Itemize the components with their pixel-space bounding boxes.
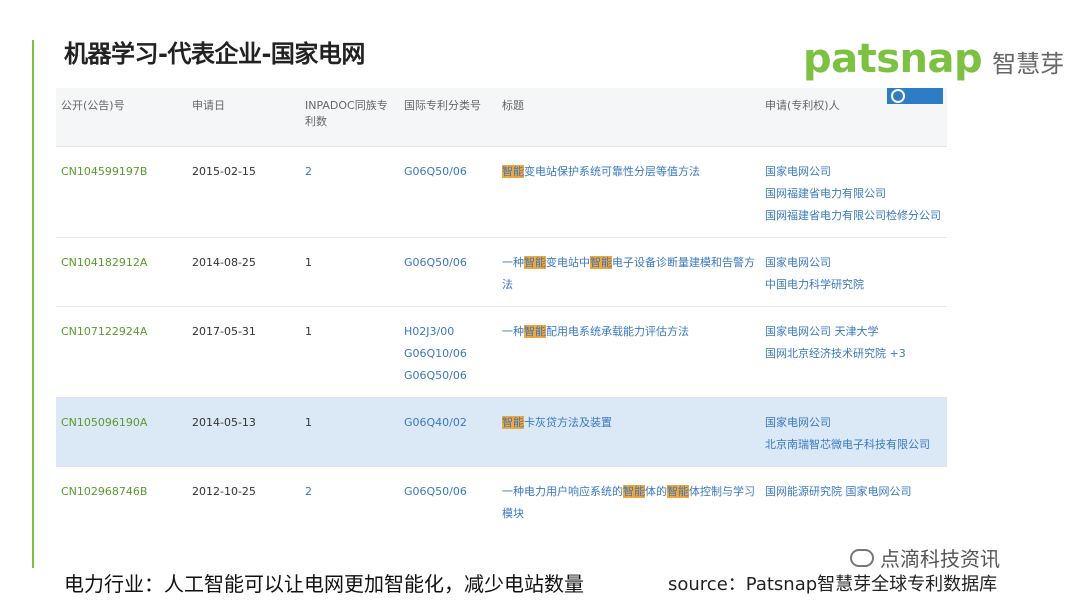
applicant-link[interactable]: 国家电网公司 xyxy=(765,412,942,434)
header-applicant[interactable]: 申请(专利权)人 xyxy=(760,88,947,147)
ipc-code-link[interactable]: G06Q50/06 xyxy=(404,365,492,387)
applicant-link[interactable]: 国网北京经济技术研究院 +3 xyxy=(765,343,942,365)
family-count: 1 xyxy=(300,397,399,467)
applicants: 国家电网公司 中国电力科学研究院 xyxy=(760,237,947,307)
title-text: 卡灰贷方法及装置 xyxy=(524,416,612,429)
applicant-link[interactable]: 国家电网公司 天津大学 xyxy=(765,321,942,343)
title-keyword-highlight: 智能 xyxy=(623,485,645,498)
ipc-codes: H02J3/00 G06Q10/06 G06Q50/06 xyxy=(399,306,497,398)
patsnap-logo: patsnap 智慧芽 xyxy=(803,36,1064,82)
patent-table-container: 公开(公告)号 申请日 INPADOC同族专利数 国际专利分类号 标题 申请(专… xyxy=(56,88,947,528)
source-text: source：Patsnap智慧芽全球专利数据库 xyxy=(668,574,998,595)
applicants: 国家电网公司 北京南瑞智芯微电子科技有限公司 xyxy=(760,397,947,467)
page-title: 机器学习-代表企业-国家电网 xyxy=(64,40,365,68)
caption-text: 电力行业：人工智能可以让电网更加智能化，减少电站数量 xyxy=(64,572,584,596)
ipc-code-link[interactable]: G06Q50/06 xyxy=(404,252,492,274)
applicant-link[interactable]: 中国电力科学研究院 xyxy=(765,274,942,296)
pub-number-link[interactable]: CN104182912A xyxy=(56,237,187,307)
link-icon xyxy=(891,89,905,103)
applicant-link[interactable]: 国网能源研究院 国家电网公司 xyxy=(765,481,942,503)
patent-title-link[interactable]: 智能卡灰贷方法及装置 xyxy=(497,397,760,467)
ipc-code-link[interactable]: H02J3/00 xyxy=(404,321,492,343)
title-text: 变电站保护系统可靠性分层等值方法 xyxy=(524,165,700,178)
ipc-codes: G06Q50/06 xyxy=(399,466,497,528)
title-keyword-highlight: 智能 xyxy=(524,325,546,338)
applicants: 国家电网公司 天津大学 国网北京经济技术研究院 +3 xyxy=(760,306,947,398)
title-text: 体的 xyxy=(645,485,667,498)
table-row[interactable]: CN105096190A 2014-05-13 1 G06Q40/02 智能卡灰贷方法及… xyxy=(56,397,947,467)
wechat-watermark: 点滴科技资讯 xyxy=(850,543,1000,572)
logo-cn-text: 智慧芽 xyxy=(992,50,1065,78)
applicant-link[interactable]: 北京南瑞智芯微电子科技有限公司 xyxy=(765,434,942,456)
patent-title-link[interactable]: 一种电力用户响应系统的智能体的智能体控制与学习模块 xyxy=(497,466,760,528)
title-keyword-highlight: 智能 xyxy=(590,256,612,269)
applicant-link[interactable]: 国网福建省电力有限公司 xyxy=(765,183,942,205)
applicants: 国网能源研究院 国家电网公司 xyxy=(760,466,947,528)
title-text: 变电站中 xyxy=(546,256,590,269)
table-row[interactable]: CN107122924A 2017-05-31 1 H02J3/00 G06Q10/06… xyxy=(56,306,947,398)
application-date: 2015-02-15 xyxy=(187,146,300,238)
table-header-row: 公开(公告)号 申请日 INPADOC同族专利数 国际专利分类号 标题 申请(专… xyxy=(56,88,947,147)
header-title[interactable]: 标题 xyxy=(497,88,760,147)
toolbar-icon[interactable] xyxy=(887,88,943,104)
table-row[interactable]: CN104182912A 2014-08-25 1 G06Q50/06 一种智能变电站中… xyxy=(56,237,947,307)
application-date: 2014-08-25 xyxy=(187,237,300,307)
ipc-codes: G06Q50/06 xyxy=(399,237,497,307)
title-keyword-highlight: 智能 xyxy=(502,416,524,429)
patent-title-link[interactable]: 一种智能变电站中智能电子设备诊断量建模和告警方法 xyxy=(497,237,760,307)
patent-title-link[interactable]: 智能变电站保护系统可靠性分层等值方法 xyxy=(497,146,760,238)
patent-title-link[interactable]: 一种智能配用电系统承载能力评估方法 xyxy=(497,306,760,398)
patent-table: 公开(公告)号 申请日 INPADOC同族专利数 国际专利分类号 标题 申请(专… xyxy=(56,88,947,528)
pub-number-link[interactable]: CN105096190A xyxy=(56,397,187,467)
header-applicant-label: 申请(专利权)人 xyxy=(765,99,840,112)
logo-wordmark: patsnap xyxy=(803,36,983,82)
header-family-count[interactable]: INPADOC同族专利数 xyxy=(300,88,399,147)
ipc-code-link[interactable]: G06Q50/06 xyxy=(404,161,492,183)
ipc-code-link[interactable]: G06Q50/06 xyxy=(404,481,492,503)
ipc-codes: G06Q50/06 xyxy=(399,146,497,238)
family-count: 1 xyxy=(300,237,399,307)
applicant-link[interactable]: 国家电网公司 xyxy=(765,252,942,274)
title-text: 一种 xyxy=(502,325,524,338)
family-count[interactable]: 2 xyxy=(300,146,399,238)
wechat-icon xyxy=(850,548,874,567)
header-pub-no[interactable]: 公开(公告)号 xyxy=(56,88,187,147)
header-ipc[interactable]: 国际专利分类号 xyxy=(399,88,497,147)
applicant-link[interactable]: 国家电网公司 xyxy=(765,161,942,183)
family-count: 1 xyxy=(300,306,399,398)
pub-number-link[interactable]: CN102968746B xyxy=(56,466,187,528)
ipc-code-link[interactable]: G06Q40/02 xyxy=(404,412,492,434)
title-text: 一种电力用户响应系统的 xyxy=(502,485,623,498)
title-keyword-highlight: 智能 xyxy=(502,165,524,178)
table-row[interactable]: CN104599197B 2015-02-15 2 G06Q50/06 智能变电站保护系… xyxy=(56,146,947,238)
applicant-link[interactable]: 国网福建省电力有限公司检修分公司 xyxy=(765,205,942,227)
title-text: 一种 xyxy=(502,256,524,269)
application-date: 2014-05-13 xyxy=(187,397,300,467)
application-date: 2017-05-31 xyxy=(187,306,300,398)
applicants: 国家电网公司 国网福建省电力有限公司 国网福建省电力有限公司检修分公司 xyxy=(760,146,947,238)
ipc-code-link[interactable]: G06Q10/06 xyxy=(404,343,492,365)
application-date: 2012-10-25 xyxy=(187,466,300,528)
wechat-account-name: 点滴科技资讯 xyxy=(880,547,1000,571)
pub-number-link[interactable]: CN107122924A xyxy=(56,306,187,398)
left-accent-bar xyxy=(32,40,34,568)
title-text: 配用电系统承载能力评估方法 xyxy=(546,325,689,338)
header-app-date[interactable]: 申请日 xyxy=(187,88,300,147)
title-keyword-highlight: 智能 xyxy=(524,256,546,269)
table-row[interactable]: CN102968746B 2012-10-25 2 G06Q50/06 一种电力用户响应… xyxy=(56,466,947,528)
title-keyword-highlight: 智能 xyxy=(667,485,689,498)
pub-number-link[interactable]: CN104599197B xyxy=(56,146,187,238)
family-count[interactable]: 2 xyxy=(300,466,399,528)
ipc-codes: G06Q40/02 xyxy=(399,397,497,467)
